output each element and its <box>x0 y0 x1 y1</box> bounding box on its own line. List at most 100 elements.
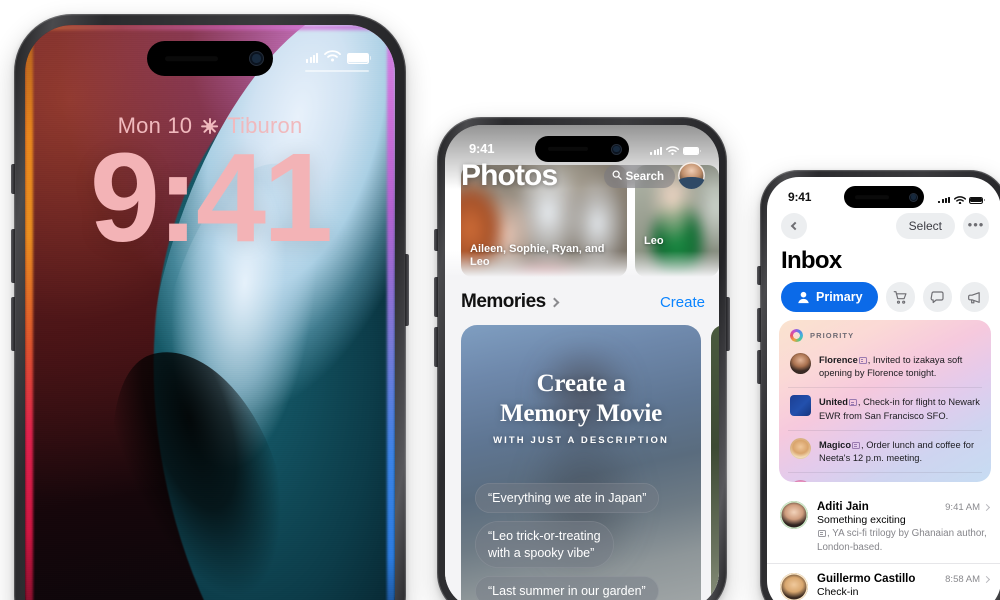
create-button[interactable]: Create <box>660 294 705 311</box>
status-bar-time: 9:41 <box>788 190 812 204</box>
message-preview-text: YA sci-fi trilogy by Ghanaian author, Lo… <box>817 528 987 553</box>
lock-clock: 9:41 <box>89 127 333 268</box>
priority-item-text: United, Check-in for flight to Newark EW… <box>819 397 980 421</box>
priority-sender: United <box>819 397 848 408</box>
message-header: Guillermo Castillo 8:58 AM <box>817 573 991 586</box>
priority-item-text: Katie, Contract for Michael Robinson's b… <box>819 480 980 482</box>
priority-item-text: Florence, Invited to izakaya soft openin… <box>819 355 963 379</box>
status-bar-right <box>306 49 372 67</box>
summary-icon <box>818 530 826 537</box>
avatar[interactable] <box>678 162 705 189</box>
list-item[interactable]: Aditi Jain 9:41 AM Something exciting , … <box>767 492 1000 565</box>
action-button[interactable] <box>11 164 15 194</box>
filter-transactions[interactable] <box>885 282 915 312</box>
priority-label: PRIORITY <box>810 331 855 340</box>
memories-label: Memories <box>461 291 546 312</box>
priority-item[interactable]: Magico, Order lunch and coffee for Neeta… <box>788 431 982 474</box>
memory-movie-card[interactable]: Create a Memory Movie WITH JUST A DESCRI… <box>461 325 701 600</box>
list-item[interactable]: Guillermo Castillo 8:58 AM Check-in , Ne… <box>767 564 1000 600</box>
search-label: Search <box>625 170 664 183</box>
earpiece-speaker <box>548 146 588 152</box>
iphone-lock-screen: Mon 10 Tiburon 9:41 <box>11 14 409 600</box>
memory-card-title-line2: Memory Movie <box>499 399 663 427</box>
priority-item[interactable]: Florence, Invited to izakaya soft openin… <box>788 346 982 389</box>
message-subject: Check-in <box>817 586 859 599</box>
more-options-button[interactable]: ••• <box>963 213 989 239</box>
wifi-icon <box>324 49 341 67</box>
photos-hero-carousel[interactable]: Aileen, Sophie, Ryan, and Leo Leo 9:41 <box>445 125 719 277</box>
earpiece-speaker <box>855 195 889 199</box>
screenshot-stage: Mon 10 Tiburon 9:41 Aileen, Sophie, Ryan… <box>0 0 1000 600</box>
wifi-icon <box>953 191 966 209</box>
search-icon <box>612 170 622 183</box>
front-camera-icon <box>249 51 264 66</box>
volume-up-button[interactable] <box>434 277 438 317</box>
message-sender: Aditi Jain <box>817 501 869 513</box>
avatar <box>780 501 808 529</box>
filter-primary[interactable]: Primary <box>781 282 878 312</box>
message-sender: Guillermo Castillo <box>817 573 916 586</box>
memory-suggestions: “Everything we ate in Japan” “Leo trick-… <box>475 483 687 600</box>
photos-content: Memories Create Create a Memory Movie WI… <box>445 277 719 600</box>
message-subject: Something exciting <box>817 514 906 526</box>
volume-up-button[interactable] <box>11 229 15 283</box>
suggestion-chip[interactable]: “Everything we ate in Japan” <box>475 483 660 514</box>
select-button[interactable]: Select <box>895 213 955 239</box>
suggestion-chip[interactable]: “Last summer in our garden” <box>475 575 659 600</box>
memories-link[interactable]: Memories <box>461 291 560 313</box>
mail-app-screen[interactable]: 9:41 Select ••• Inbox Primary PRIORITY F… <box>767 177 1000 600</box>
search-button[interactable]: Search <box>603 165 675 188</box>
priority-item[interactable]: Katie, Contract for Michael Robinson's b… <box>788 473 982 482</box>
priority-item[interactable]: United, Check-in for flight to Newark EW… <box>788 388 982 431</box>
volume-down-button[interactable] <box>757 350 761 384</box>
dynamic-island[interactable] <box>147 41 273 76</box>
avatar <box>790 480 811 482</box>
message-header: Aditi Jain 9:41 AM <box>817 501 991 513</box>
message-preview: , YA sci-fi trilogy by Ghanaian author, … <box>817 528 987 553</box>
priority-item-text: Magico, Order lunch and coffee for Neeta… <box>819 439 975 463</box>
avatar <box>790 353 811 374</box>
action-button[interactable] <box>434 229 438 251</box>
photo-caption: Leo <box>644 235 664 248</box>
dynamic-island[interactable] <box>844 186 924 208</box>
apple-intelligence-icon <box>790 329 803 342</box>
volume-up-button[interactable] <box>757 308 761 342</box>
status-bar-time: 9:41 <box>469 141 495 156</box>
page-title: Photos <box>461 159 558 192</box>
sender-logo <box>790 395 811 417</box>
message-body: Aditi Jain 9:41 AM Something exciting , … <box>817 501 991 554</box>
iphone-photos-app: Aileen, Sophie, Ryan, and Leo Leo 9:41 <box>434 117 730 600</box>
chevron-right-icon <box>549 297 560 307</box>
summary-icon <box>852 441 861 449</box>
back-button[interactable] <box>781 213 807 239</box>
priority-summary-card[interactable]: PRIORITY Florence, Invited to izakaya so… <box>779 320 991 482</box>
memory-card-title-line1: Create a <box>536 370 626 397</box>
message-time: 9:41 AM <box>945 502 980 513</box>
chevron-right-icon <box>982 575 991 584</box>
hero-fade <box>445 251 719 277</box>
lock-screen-wallpaper <box>25 25 395 600</box>
action-button[interactable] <box>757 266 761 285</box>
volume-down-button[interactable] <box>434 327 438 367</box>
memories-header: Memories Create <box>461 291 705 313</box>
filter-updates[interactable] <box>922 282 952 312</box>
battery-icon <box>347 53 372 64</box>
battery-icon <box>683 147 702 155</box>
summary-icon <box>848 399 857 407</box>
status-underline <box>305 70 369 72</box>
filter-promotions[interactable] <box>959 282 989 312</box>
power-button[interactable] <box>405 254 409 326</box>
lock-screen-display[interactable]: Mon 10 Tiburon 9:41 <box>25 25 395 600</box>
suggestion-chip[interactable]: “Leo trick-or-treating with a spooky vib… <box>475 521 614 568</box>
avatar <box>780 573 808 600</box>
volume-down-button[interactable] <box>11 297 15 351</box>
memory-card-next[interactable] <box>711 325 719 600</box>
photos-app-screen[interactable]: Aileen, Sophie, Ryan, and Leo Leo 9:41 <box>445 125 719 600</box>
power-button[interactable] <box>726 297 730 351</box>
priority-sender: Magico <box>819 439 852 450</box>
chevron-left-icon <box>790 221 800 231</box>
person-icon <box>796 290 811 305</box>
mailbox-filter-bar: Primary <box>781 282 989 312</box>
message-list: Aditi Jain 9:41 AM Something exciting , … <box>767 492 1000 600</box>
memory-card-subtitle: WITH JUST A DESCRIPTION <box>493 435 669 446</box>
